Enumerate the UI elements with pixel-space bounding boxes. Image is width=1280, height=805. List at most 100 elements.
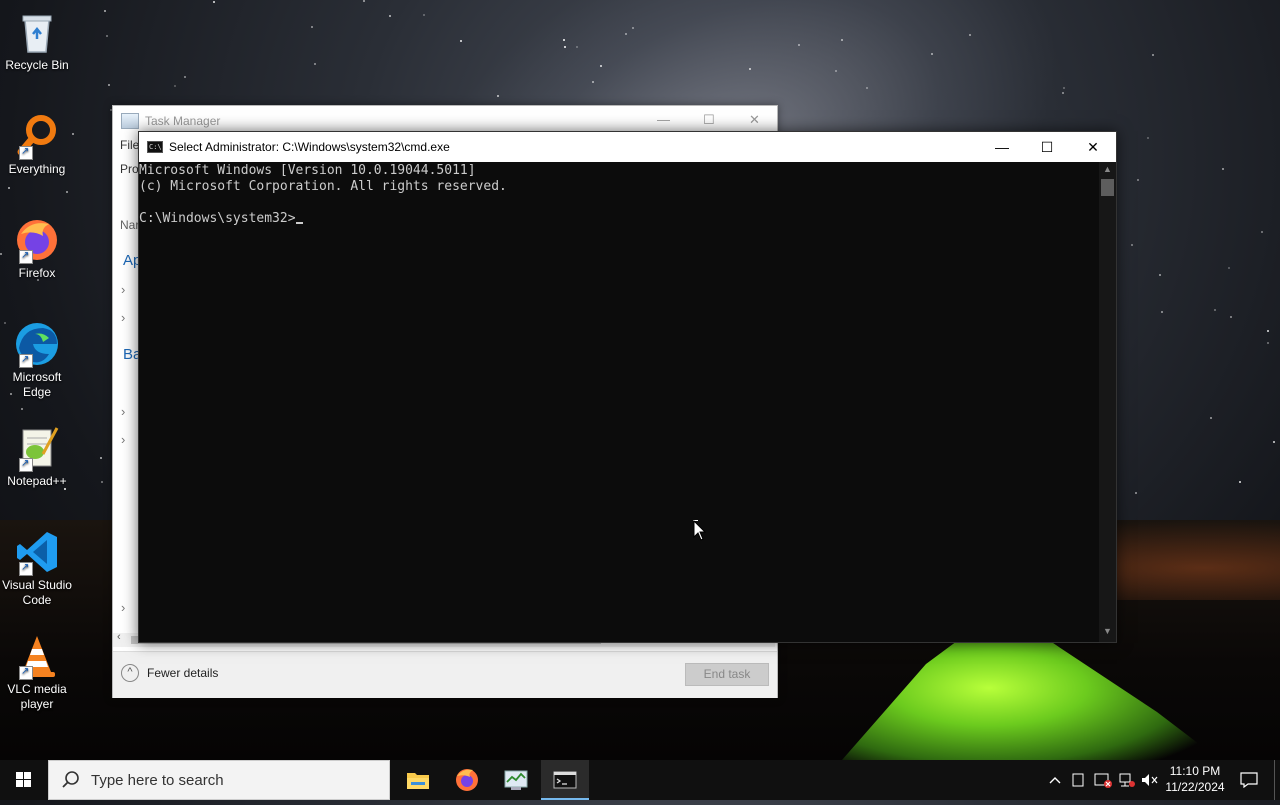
console-prompt: C:\Windows\system32> [139,211,296,226]
desktop-icon-notepadpp[interactable]: Notepad++ [0,424,74,489]
star [1261,231,1263,233]
clock-date: 11/22/2024 [1165,780,1225,794]
scrollbar-thumb[interactable] [1101,179,1114,196]
chevron-right-icon[interactable]: › [121,404,125,419]
taskbar: Type here to search 11:10 PM 11/22/2024 [0,760,1280,800]
clock-time: 11:10 PM [1169,764,1221,778]
action-center-icon[interactable] [1234,760,1264,800]
star [576,46,578,48]
star [1159,274,1161,276]
shortcut-arrow-icon [19,352,33,368]
end-task-button[interactable]: End task [685,663,769,686]
shortcut-arrow-icon [19,456,33,472]
star [1152,54,1154,56]
star [841,39,843,41]
star [625,33,627,35]
cmd-titlebar[interactable]: C:\ Select Administrator: C:\Windows\sys… [139,132,1116,162]
desktop-icon-label: Visual Studio Code [2,578,72,607]
cmd-icon: C:\ [147,141,163,153]
network-icon[interactable] [1116,760,1138,800]
tm-minimize-button[interactable]: — [657,112,670,127]
vscode-icon [13,528,61,576]
tm-maximize-button[interactable]: ☐ [703,112,715,128]
star [1267,342,1269,344]
chevron-right-icon[interactable]: › [121,432,125,447]
firefox-icon [13,216,61,264]
desktop-icon-label: Firefox [18,266,56,280]
desktop-icon-vscode[interactable]: Visual Studio Code [0,528,74,608]
tm-menu-file[interactable]: File [120,138,139,152]
scroll-up-icon[interactable]: ▲ [1099,164,1116,174]
star [1063,87,1065,89]
cmd-close-button[interactable]: ✕ [1070,132,1116,162]
taskbar-clock[interactable]: 11:10 PM 11/22/2024 [1160,763,1230,795]
desktop-icon-everything[interactable]: Everything [0,112,74,177]
chevron-right-icon[interactable]: › [121,282,125,297]
cmd-maximize-button[interactable]: ☐ [1024,132,1070,162]
cmd-title: Select Administrator: C:\Windows\system3… [169,140,450,154]
show-hidden-icons-chevron-icon[interactable] [1045,760,1065,800]
desktop-icon-edge[interactable]: Microsoft Edge [0,320,74,400]
fewer-details-label: Fewer details [147,666,219,680]
star [563,39,565,41]
taskbar-search-box[interactable]: Type here to search [48,760,390,800]
scroll-left-icon[interactable]: ‹ [117,631,121,643]
desktop-icon-label: Microsoft Edge [12,370,62,399]
scroll-down-icon[interactable]: ▼ [1099,626,1116,636]
star [969,34,971,36]
star [1228,267,1230,269]
cmd-console-output[interactable]: Microsoft Windows [Version 10.0.19044.50… [139,162,1099,643]
tm-tab-processes[interactable]: Pro [120,162,139,176]
star [749,68,751,70]
tm-close-button[interactable]: ✕ [749,112,760,128]
star [174,85,176,87]
star [1267,330,1269,332]
cmd-vertical-scrollbar[interactable]: ▲ ▼ [1099,162,1116,642]
edge-icon [13,320,61,368]
star [798,44,800,46]
volume-muted-icon[interactable] [1140,760,1160,800]
notepadpp-icon [13,424,61,472]
cmd-minimize-button[interactable]: — [979,132,1025,162]
shortcut-arrow-icon [19,144,33,160]
star [1230,316,1232,318]
star [460,40,462,42]
recycle-bin-icon [13,8,61,56]
start-button[interactable] [0,760,48,800]
fewer-details-button[interactable]: ^ Fewer details [121,664,218,682]
star [101,481,103,483]
desktop-icon-vlc[interactable]: VLC media player [0,632,74,712]
taskbar-app-firefox[interactable] [443,760,491,800]
chevron-right-icon[interactable]: › [121,310,125,325]
desktop-icon-firefox[interactable]: Firefox [0,216,74,281]
taskbar-app-file-explorer[interactable] [394,760,442,800]
shortcut-arrow-icon [19,248,33,264]
shortcut-arrow-icon [19,664,33,680]
star [423,14,425,16]
desktop-icon-recycle-bin[interactable]: Recycle Bin [0,8,74,73]
star [389,15,391,17]
star [108,84,110,86]
desktop-icon-label: Everything [8,162,66,176]
console-line: (c) Microsoft Corporation. All rights re… [139,179,507,194]
tm-column-name[interactable]: Nar [120,218,139,232]
mouse-pointer-icon [693,520,707,541]
star [100,457,102,459]
taskbar-app-cmd[interactable] [541,760,589,800]
shortcut-arrow-icon [19,560,33,576]
star [1147,137,1149,139]
tray-security-alert-icon[interactable] [1092,760,1114,800]
star [1273,441,1275,443]
tray-window-icon[interactable] [1068,760,1088,800]
cmd-window[interactable]: C:\ Select Administrator: C:\Windows\sys… [138,131,1117,643]
chevron-up-icon: ^ [121,664,139,682]
console-prompt-line[interactable]: C:\Windows\system32> [139,211,1099,227]
taskbar-app-task-manager[interactable] [492,760,540,800]
tm-footer: ^ Fewer details End task [113,651,777,698]
show-desktop-button[interactable] [1274,760,1280,800]
star [592,81,594,83]
star [1137,179,1139,181]
desktop-icon-label: Notepad++ [7,474,67,488]
chevron-right-icon[interactable]: › [121,600,125,615]
firefox-icon [456,769,478,791]
